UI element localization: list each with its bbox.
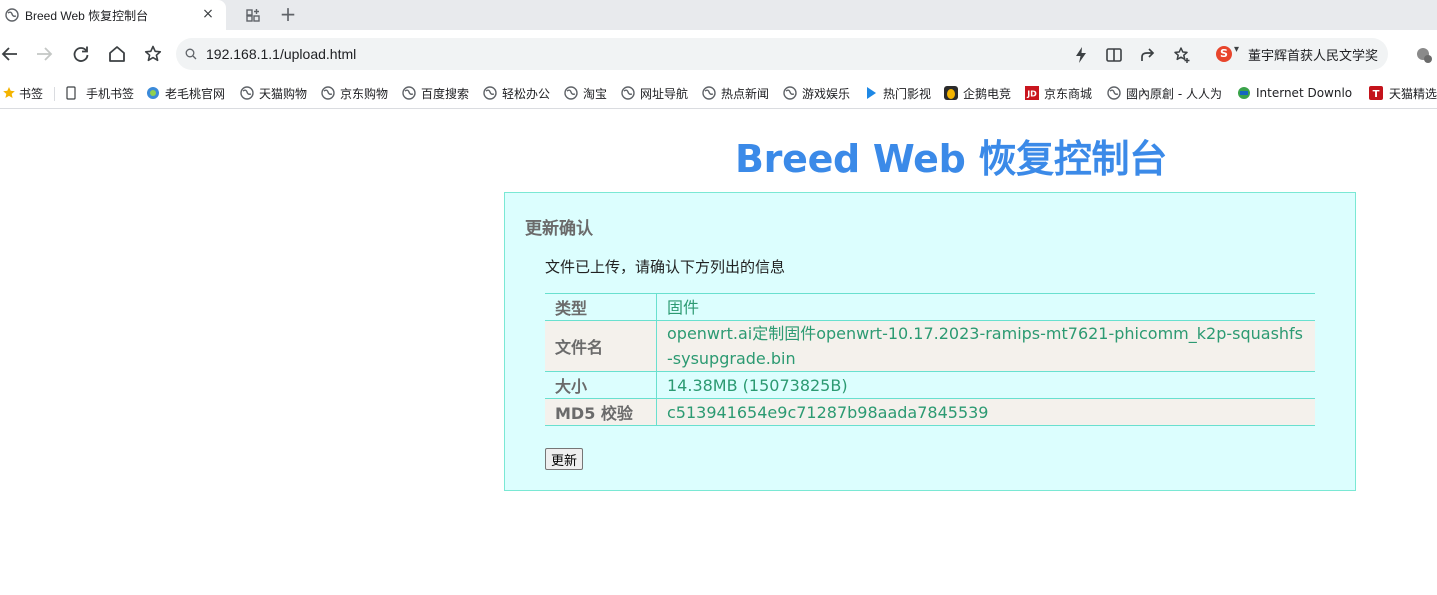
globe-icon	[321, 86, 335, 100]
jd-icon: JD	[1025, 86, 1039, 100]
globe-icon	[621, 86, 635, 100]
globe-icon	[402, 86, 416, 100]
play-icon	[867, 87, 876, 99]
tab-title: Breed Web 恢复控制台	[25, 9, 149, 23]
bookmark-label: 老毛桃官网	[165, 86, 226, 101]
bookmark-label: 游戏娱乐	[802, 86, 851, 101]
home-icon[interactable]	[107, 44, 127, 64]
new-tab-button[interactable]: +	[279, 4, 297, 24]
bookmark-label: 轻松办公	[502, 86, 551, 101]
news-ticker[interactable]: 董宇辉首获人民文学奖	[1248, 45, 1378, 64]
bookmark-label: 天猫购物	[259, 86, 308, 101]
update-confirm-panel: 更新确认 文件已上传，请确认下方列出的信息 类型 固件 文件名 openwrt.…	[504, 192, 1356, 491]
row-key: 文件名	[545, 320, 657, 372]
bookmark-item[interactable]: 轻松办公	[483, 85, 550, 101]
globe-icon	[5, 8, 19, 22]
bookmark-label: 热点新闻	[721, 86, 770, 101]
bookmark-item[interactable]: 网址导航	[621, 85, 688, 101]
bookmark-label: 企鹅电竞	[963, 86, 1012, 101]
file-info-table: 类型 固件 文件名 openwrt.ai定制固件openwrt-10.17.20…	[545, 293, 1315, 426]
row-key: 大小	[545, 371, 657, 399]
bookmark-item[interactable]: 國內原創 - 人人为	[1107, 85, 1222, 101]
globe-icon	[702, 86, 716, 100]
bookmark-label: 书签	[19, 86, 44, 101]
update-button[interactable]: 更新	[545, 448, 584, 470]
bookmark-item[interactable]: JD 京东商城	[1025, 85, 1092, 101]
bookmark-item[interactable]: 淘宝	[564, 85, 607, 101]
idm-icon	[1238, 87, 1250, 99]
row-value: 14.38MB (15073825B)	[656, 371, 1315, 399]
reader-mode-icon[interactable]	[1105, 46, 1123, 64]
url-text: 192.168.1.1/upload.html	[206, 46, 357, 62]
row-key: MD5 校验	[545, 398, 657, 426]
bookmark-label: Internet Downlo	[1256, 86, 1353, 100]
favorites-icon[interactable]	[1173, 46, 1191, 64]
address-bar[interactable]: 192.168.1.1/upload.html S ▾ 董宇辉首获人民文学奖	[176, 38, 1388, 70]
browser-toolbar: 192.168.1.1/upload.html S ▾ 董宇辉首获人民文学奖	[0, 30, 1437, 78]
bookmark-item[interactable]: 书签	[2, 85, 43, 101]
lightning-icon[interactable]	[1072, 46, 1090, 64]
bookmark-item[interactable]: 手机书签	[64, 85, 134, 101]
tab-breed-web[interactable]: Breed Web 恢复控制台 ×	[0, 0, 226, 30]
row-key: 类型	[545, 293, 657, 321]
svg-text:T: T	[1373, 89, 1380, 100]
chevron-down-icon[interactable]: ▾	[1234, 44, 1239, 55]
bookmark-label: 京东购物	[340, 86, 389, 101]
tab-strip: Breed Web 恢复控制台 × +	[0, 0, 1437, 30]
table-row: 类型 固件	[545, 293, 1315, 321]
extension-puzzle-icon[interactable]	[1415, 46, 1433, 64]
svg-text:JD: JD	[1026, 90, 1037, 99]
bookmark-item[interactable]: T 天猫精选	[1369, 85, 1437, 101]
bookmark-item[interactable]: 天猫购物	[240, 85, 307, 101]
close-tab-icon[interactable]: ×	[200, 6, 216, 22]
bookmark-label: 手机书签	[86, 86, 135, 101]
row-value: 固件	[656, 293, 1315, 321]
bookmark-label: 百度搜索	[421, 86, 470, 101]
bookmark-item[interactable]: 百度搜索	[402, 85, 469, 101]
bookmark-item[interactable]: 游戏娱乐	[783, 85, 850, 101]
page-title: Breed Web 恢复控制台	[735, 137, 1167, 181]
bookmark-label: 网址导航	[640, 86, 689, 101]
globe-icon	[240, 86, 254, 100]
globe-icon	[564, 86, 578, 100]
bookmark-item[interactable]: 热点新闻	[702, 85, 769, 101]
table-row: 大小 14.38MB (15073825B)	[545, 371, 1315, 399]
forward-icon[interactable]	[34, 44, 54, 64]
bookmark-item[interactable]: 京东购物	[321, 85, 388, 101]
star-icon	[3, 87, 15, 98]
share-icon[interactable]	[1139, 46, 1157, 64]
bookmark-item[interactable]: 热门影视	[864, 85, 931, 101]
tab-groups-icon[interactable]	[245, 7, 261, 23]
bookmark-item[interactable]: 企鹅电竞	[944, 85, 1011, 101]
tmall-icon: T	[1369, 86, 1383, 100]
table-row: 文件名 openwrt.ai定制固件openwrt-10.17.2023-ram…	[545, 320, 1315, 372]
bookmark-label: 國內原創 - 人人为	[1126, 86, 1222, 101]
penguin-icon	[944, 86, 958, 100]
panel-description: 文件已上传，请确认下方列出的信息	[545, 258, 786, 276]
row-value: c513941654e9c71287b98aada7845539	[656, 398, 1315, 426]
bookmark-separator	[54, 87, 55, 101]
bookmark-label: 热门影视	[883, 86, 932, 101]
bookmark-item[interactable]: Internet Downlo	[1237, 85, 1352, 101]
bookmark-label: 淘宝	[583, 86, 608, 101]
globe-icon	[783, 86, 797, 100]
phone-icon	[66, 86, 76, 100]
panel-heading: 更新确认	[525, 219, 593, 239]
globe-icon	[147, 87, 159, 99]
reload-icon[interactable]	[71, 44, 91, 64]
globe-icon	[1107, 86, 1121, 100]
table-row: MD5 校验 c513941654e9c71287b98aada7845539	[545, 398, 1315, 426]
bookmarks-bar: 书签 手机书签 老毛桃官网 天猫购物 京东购物 百度搜索 轻松办公 淘宝 网址导…	[0, 78, 1437, 109]
search-icon	[185, 48, 197, 60]
row-value: openwrt.ai定制固件openwrt-10.17.2023-ramips-…	[656, 320, 1315, 372]
back-icon[interactable]	[0, 44, 20, 64]
bookmark-label: 京东商城	[1044, 86, 1093, 101]
bookmark-label: 天猫精选	[1389, 86, 1437, 101]
globe-icon	[483, 86, 497, 100]
sogou-extension-icon[interactable]: S	[1216, 46, 1232, 62]
bookmark-star-icon[interactable]	[143, 44, 163, 64]
bookmark-item[interactable]: 老毛桃官网	[146, 85, 225, 101]
